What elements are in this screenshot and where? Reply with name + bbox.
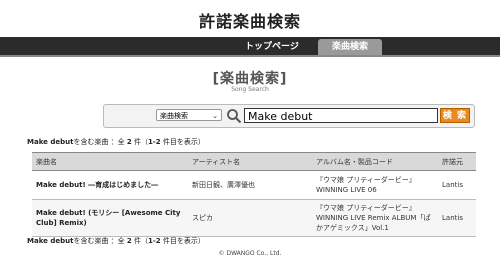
nav-home-link[interactable]: トップページ: [245, 39, 299, 52]
result-range: 1-2: [148, 138, 161, 146]
result-text: 件（: [131, 237, 149, 245]
result-summary-top: Make debutを含む楽曲 ：全 2 件（1-2 件目を表示）: [27, 137, 205, 147]
column-header-licensor: 許諾元: [438, 152, 476, 171]
results-table: 楽曲名 アーティスト名 アルバム名・製品コード 許諾元 Make debut! …: [32, 152, 476, 237]
licensor: Lantis: [438, 199, 476, 237]
result-text: 件目を表示）: [160, 237, 205, 245]
album-name: 『ウマ娘 プリティーダービー』WINNING LIVE Remix ALBUM「…: [312, 199, 438, 237]
chevron-down-icon: ⌄: [212, 112, 218, 120]
artist-name: スピカ: [188, 199, 312, 237]
page-subtitle: Song Search: [231, 86, 269, 93]
result-query: Make debut: [27, 237, 74, 245]
song-title: Make debut! (モリシー [Awesome City Club] Re…: [32, 199, 188, 237]
album-name: 『ウマ娘 プリティーダービー』WINNING LIVE 06: [312, 170, 438, 200]
footer-copyright: © DWANGO Co., Ltd.: [218, 250, 282, 257]
nav-bar: トップページ 楽曲検索: [0, 37, 500, 57]
search-field-select[interactable]: 楽曲検索 ⌄: [156, 109, 222, 121]
result-text: を含む楽曲 ：全: [73, 138, 127, 146]
column-header-song: 楽曲名: [32, 152, 188, 171]
result-query: Make debut: [27, 138, 74, 146]
song-title: Make debut! ―育成はじめました―: [32, 170, 188, 200]
site-title: 許諾楽曲検索: [198, 12, 301, 31]
column-header-album: アルバム名・製品コード: [312, 152, 438, 171]
search-icon: [227, 109, 242, 124]
result-text: を含む楽曲 ：全: [73, 237, 127, 245]
column-header-artist: アーティスト名: [188, 152, 312, 171]
nav-search-tab[interactable]: 楽曲検索: [318, 39, 382, 55]
result-text: 件目を表示）: [160, 138, 205, 146]
result-summary-bottom: Make debutを含む楽曲 ：全 2 件（1-2 件目を表示）: [27, 236, 205, 246]
table-row: Make debut! ―育成はじめました― 新田日観、廣澤優也 『ウマ娘 プリ…: [32, 170, 476, 200]
search-panel: 楽曲検索 ⌄ Make debut 検 索: [103, 104, 475, 128]
table-header-row: 楽曲名 アーティスト名 アルバム名・製品コード 許諾元: [32, 152, 476, 171]
table-row: Make debut! (モリシー [Awesome City Club] Re…: [32, 199, 476, 237]
search-button[interactable]: 検 索: [440, 108, 470, 123]
page-title: [楽曲検索]: [212, 71, 288, 87]
search-field-value: 楽曲検索: [160, 112, 188, 120]
result-text: 件（: [131, 138, 149, 146]
licensor: Lantis: [438, 170, 476, 200]
search-input[interactable]: Make debut: [244, 108, 438, 123]
result-range: 1-2: [148, 237, 161, 245]
artist-name: 新田日観、廣澤優也: [188, 170, 312, 200]
